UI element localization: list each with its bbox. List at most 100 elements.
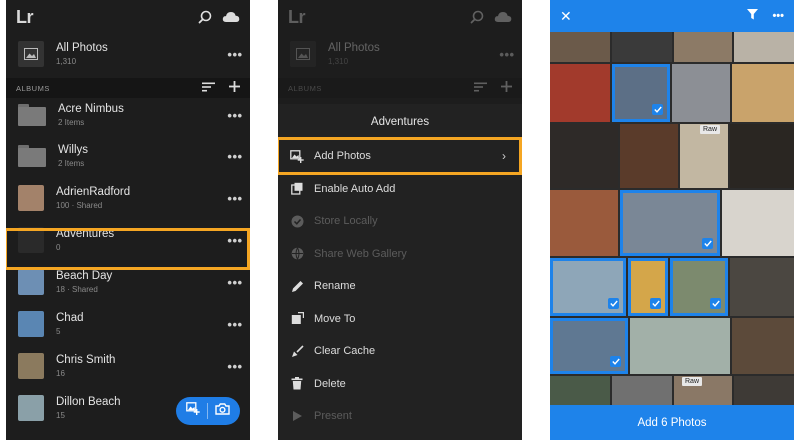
checkmark-icon bbox=[608, 298, 619, 309]
album-row[interactable]: Willys 2 Items ••• bbox=[6, 137, 250, 175]
more-options-button[interactable]: ••• bbox=[220, 317, 250, 332]
photo-thumbnail[interactable] bbox=[732, 318, 794, 374]
broom-icon bbox=[290, 344, 304, 358]
store-locally-icon bbox=[290, 214, 304, 228]
photo-thumbnail[interactable] bbox=[550, 258, 626, 316]
add-album-button[interactable] bbox=[229, 79, 240, 97]
photo-thumbnail[interactable] bbox=[550, 190, 618, 256]
album-thumbnail bbox=[18, 353, 44, 379]
photo-thumbnail[interactable] bbox=[612, 32, 672, 62]
album-options-panel: Lr All Photos 1,310 ••• ALBUMS Adventure… bbox=[278, 0, 522, 440]
album-row[interactable]: Chris Smith 16 ••• bbox=[6, 347, 250, 385]
add-photos-button[interactable]: Add 6 Photos bbox=[550, 405, 794, 440]
album-title: Chad bbox=[56, 311, 84, 324]
cloud-icon[interactable] bbox=[222, 11, 240, 23]
add-photos-highlight bbox=[278, 137, 522, 175]
photo-thumbnail[interactable] bbox=[732, 64, 794, 122]
photo-thumbnail[interactable] bbox=[550, 32, 610, 62]
photo-thumbnail[interactable] bbox=[550, 376, 610, 405]
add-album-button bbox=[501, 79, 512, 97]
menu-item[interactable]: Rename bbox=[278, 270, 522, 302]
lightroom-logo: Lr bbox=[288, 6, 306, 27]
search-icon[interactable] bbox=[198, 10, 212, 24]
album-row[interactable]: Acre Nimbus 2 Items ••• bbox=[6, 96, 250, 134]
checkmark-icon bbox=[650, 298, 661, 309]
top-bar: Lr bbox=[278, 0, 522, 34]
checkmark-icon bbox=[710, 298, 721, 309]
folder-icon bbox=[18, 145, 46, 167]
play-icon bbox=[290, 409, 304, 423]
album-thumbnail bbox=[18, 311, 44, 337]
more-options-button[interactable]: ••• bbox=[220, 108, 250, 123]
photo-thumbnail[interactable] bbox=[628, 258, 668, 316]
camera-icon[interactable] bbox=[215, 402, 231, 420]
add-photos-fab[interactable] bbox=[176, 397, 240, 425]
menu-item: Store Locally bbox=[278, 205, 522, 237]
filter-icon[interactable] bbox=[747, 7, 759, 25]
more-options-button[interactable]: ••• bbox=[220, 47, 250, 62]
add-photos-icon[interactable] bbox=[185, 402, 200, 420]
photo-thumbnail[interactable] bbox=[620, 124, 678, 188]
photo-thumbnail[interactable] bbox=[672, 64, 730, 122]
albums-header-label: ALBUMS bbox=[288, 83, 322, 93]
album-subtitle: 18 · Shared bbox=[56, 284, 98, 294]
album-subtitle: 5 bbox=[56, 326, 61, 336]
more-options-button[interactable]: ••• bbox=[220, 359, 250, 374]
photo-thumbnail[interactable] bbox=[630, 318, 730, 374]
more-options-button[interactable]: ••• bbox=[220, 149, 250, 164]
menu-item[interactable]: Move To bbox=[278, 303, 522, 335]
photo-thumbnail[interactable] bbox=[674, 32, 732, 62]
all-photos-row[interactable]: All Photos 1,310 ••• bbox=[6, 34, 250, 74]
photo-thumbnail[interactable] bbox=[612, 376, 672, 405]
albums-header: ALBUMS bbox=[278, 78, 522, 98]
lightroom-logo: Lr bbox=[16, 6, 34, 27]
folder-icon bbox=[18, 104, 46, 126]
photo-thumbnail[interactable] bbox=[550, 124, 618, 188]
menu-item[interactable]: Clear Cache bbox=[278, 335, 522, 367]
album-thumbnail bbox=[18, 395, 44, 421]
more-options-button[interactable]: ••• bbox=[220, 191, 250, 206]
albums-header: ALBUMS bbox=[6, 78, 250, 98]
photo-thumbnail[interactable] bbox=[722, 190, 794, 256]
album-row[interactable]: AdrienRadford 100 · Shared ••• bbox=[6, 179, 250, 217]
photo-thumbnail[interactable] bbox=[620, 190, 720, 256]
photo-thumbnail[interactable] bbox=[734, 376, 794, 405]
sort-icon[interactable] bbox=[202, 79, 215, 97]
photo-thumbnail[interactable] bbox=[612, 64, 670, 122]
photo-thumbnail[interactable] bbox=[550, 318, 628, 374]
photo-grid: Raw Raw bbox=[550, 32, 794, 405]
close-button[interactable]: ✕ bbox=[560, 8, 572, 25]
checkmark-icon bbox=[652, 104, 663, 115]
checkmark-icon bbox=[702, 238, 713, 249]
menu-item[interactable]: Enable Auto Add bbox=[278, 173, 522, 205]
checkmark-icon bbox=[610, 356, 621, 367]
selected-album-highlight bbox=[6, 228, 250, 270]
album-thumbnail bbox=[18, 185, 44, 211]
album-title: Chris Smith bbox=[56, 353, 116, 366]
menu-item-label: Present bbox=[314, 410, 352, 422]
more-options-button: ••• bbox=[499, 46, 515, 62]
menu-item[interactable]: Delete bbox=[278, 368, 522, 400]
more-options-button[interactable]: ••• bbox=[772, 10, 784, 22]
globe-icon bbox=[290, 247, 304, 261]
photo-thumbnail[interactable] bbox=[734, 32, 794, 62]
photo-thumbnail[interactable] bbox=[730, 258, 794, 316]
album-title: Acre Nimbus bbox=[58, 102, 124, 115]
sheet-title: Adventures bbox=[278, 104, 522, 140]
album-row[interactable]: Chad 5 ••• bbox=[6, 305, 250, 343]
photo-picker-panel: ✕ ••• Raw Raw Add 6 Photos bbox=[550, 0, 794, 440]
top-bar: Lr bbox=[6, 0, 250, 34]
more-options-button[interactable]: ••• bbox=[220, 275, 250, 290]
photo-thumbnail[interactable] bbox=[730, 124, 794, 188]
image-icon bbox=[18, 41, 44, 67]
menu-item: Present bbox=[278, 400, 522, 432]
raw-badge: Raw bbox=[700, 125, 721, 134]
menu-item-label: Share Web Gallery bbox=[314, 247, 407, 260]
sort-icon bbox=[474, 79, 487, 97]
photo-thumbnail[interactable] bbox=[550, 64, 610, 122]
menu-item: Share Web Gallery bbox=[278, 238, 522, 270]
menu-item-label: Rename bbox=[314, 280, 356, 292]
photo-thumbnail[interactable] bbox=[670, 258, 728, 316]
all-photos-title: All Photos bbox=[328, 41, 380, 54]
all-photos-title: All Photos bbox=[56, 41, 108, 54]
